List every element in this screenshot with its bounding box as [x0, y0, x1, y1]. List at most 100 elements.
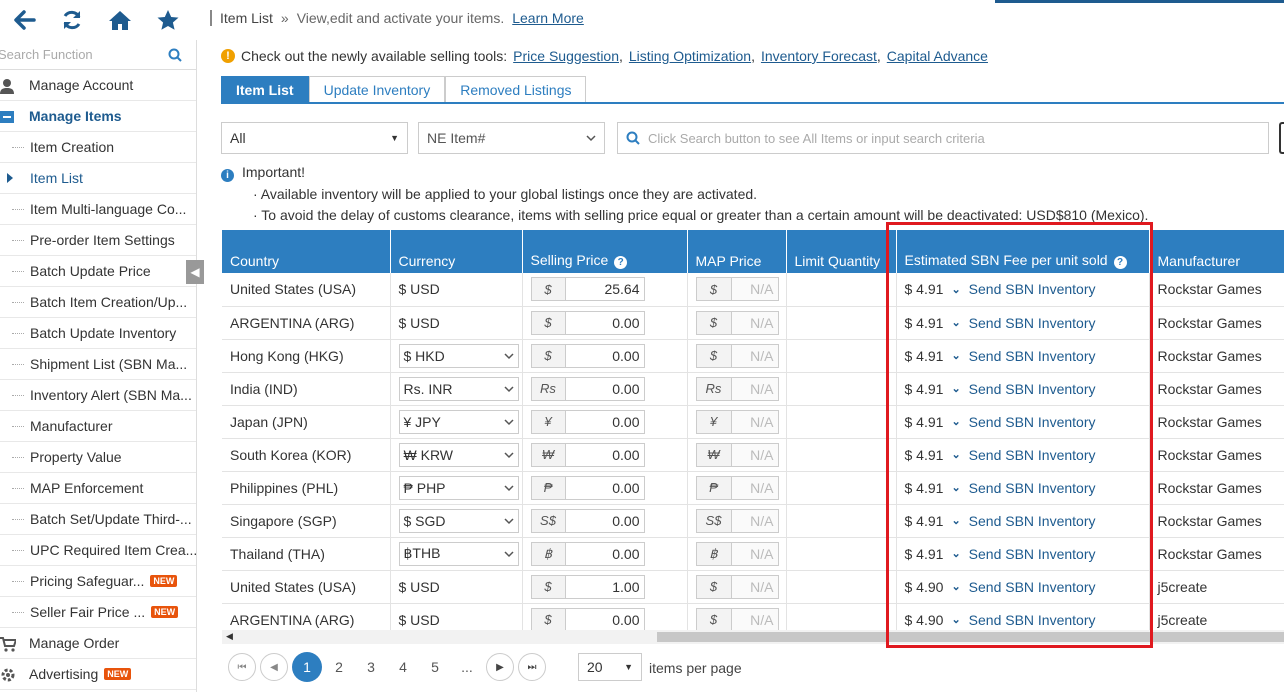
- col-limit-quantity[interactable]: Limit Quantity: [786, 230, 897, 273]
- currency-symbol: ₩: [531, 443, 566, 466]
- sidebar-item[interactable]: Pre-order Item Settings: [0, 225, 196, 256]
- currency-select[interactable]: ₱ PHP: [398, 475, 519, 500]
- refresh-icon[interactable]: [48, 0, 96, 40]
- currency-select[interactable]: Rs. INR: [398, 376, 519, 401]
- selling-price-input[interactable]: ₩0.00: [530, 442, 645, 467]
- back-icon[interactable]: [0, 0, 48, 40]
- col-manufacturer[interactable]: Manufacturer: [1149, 230, 1284, 273]
- star-icon[interactable]: [144, 0, 192, 40]
- currency-select[interactable]: ₩ KRW: [398, 442, 519, 467]
- map-price-input[interactable]: $ N/A: [695, 607, 779, 630]
- page-number[interactable]: 4: [388, 652, 418, 682]
- last-page-button[interactable]: ⏭: [518, 653, 546, 681]
- sidebar-item[interactable]: Shipment List (SBN Ma...: [0, 349, 196, 380]
- currency-select[interactable]: ¥ JPY: [398, 409, 519, 434]
- sidebar-item[interactable]: UPC Required Item Crea...: [0, 535, 196, 566]
- sidebar-manage-items-label: Manage Items: [29, 108, 122, 124]
- map-price-input[interactable]: $ N/A: [695, 343, 779, 368]
- sidebar-item[interactable]: Inventory Alert (SBN Ma...: [0, 380, 196, 411]
- page-number[interactable]: ...: [452, 652, 482, 682]
- function-search-input[interactable]: [0, 47, 168, 62]
- sidebar-item[interactable]: Item Creation: [0, 132, 196, 163]
- scope-select-value: All: [230, 130, 246, 146]
- currency-symbol: $: [531, 344, 566, 367]
- sidebar-manage-items[interactable]: Manage Items: [0, 101, 196, 132]
- country-value: Japan (JPN): [230, 413, 308, 430]
- selling-price-input[interactable]: $1.00: [530, 574, 645, 599]
- page-number[interactable]: 3: [356, 652, 386, 682]
- scope-select[interactable]: All ▼: [221, 122, 408, 154]
- search-button[interactable]: [1279, 122, 1284, 154]
- sidebar-advertising[interactable]: Advertising NEW: [0, 659, 196, 690]
- search-icon[interactable]: [168, 48, 182, 62]
- map-price-input[interactable]: ₩ N/A: [695, 442, 779, 467]
- selling-price-input[interactable]: S$ 0.00: [530, 508, 645, 533]
- cell-limit-quantity: [786, 537, 897, 571]
- currency-select[interactable]: $ HKD: [398, 343, 519, 368]
- scroll-left-icon[interactable]: ◀: [226, 631, 233, 642]
- map-price-input[interactable]: Rs N/A: [695, 376, 779, 401]
- page-number[interactable]: 2: [324, 652, 354, 682]
- inventory-forecast-link[interactable]: Inventory Forecast: [761, 48, 877, 64]
- sidebar-item-label: Batch Update Inventory: [30, 325, 177, 341]
- selling-price-input[interactable]: $0.00: [530, 343, 645, 368]
- price-suggestion-link[interactable]: Price Suggestion: [513, 48, 619, 64]
- search-field-select[interactable]: NE Item#: [418, 122, 605, 154]
- map-price-input[interactable]: ₱ N/A: [695, 475, 779, 500]
- sidebar-item[interactable]: Item Multi-language Co...: [0, 194, 196, 225]
- selling-price-input[interactable]: Rs 0.00: [530, 376, 645, 401]
- first-page-button[interactable]: ⏮: [228, 653, 256, 681]
- item-search-input[interactable]: Click Search button to see All Items or …: [617, 122, 1269, 154]
- selling-price-input[interactable]: ₱ 0.00: [530, 475, 645, 500]
- currency-value: ฿THB: [403, 545, 441, 561]
- currency-select[interactable]: $ SGD: [398, 508, 519, 533]
- sidebar-item[interactable]: Batch Item Creation/Up...: [0, 287, 196, 318]
- learn-more-link[interactable]: Learn More: [512, 10, 584, 26]
- map-price-input[interactable]: ¥ N/A: [695, 409, 779, 434]
- sidebar-item[interactable]: Batch Update Price: [0, 256, 196, 287]
- map-price-input[interactable]: $ N/A: [695, 310, 779, 335]
- prev-page-button[interactable]: ◀: [260, 653, 288, 681]
- home-icon[interactable]: [96, 0, 144, 40]
- selling-price-input[interactable]: $25.64: [530, 277, 645, 302]
- tab-item-list[interactable]: Item List: [221, 76, 309, 102]
- tab-removed-listings[interactable]: Removed Listings: [445, 76, 587, 102]
- currency-select[interactable]: ฿THB: [398, 541, 519, 566]
- sidebar-item[interactable]: Pricing Safeguar... NEW: [0, 566, 196, 597]
- selling-price-input[interactable]: $0.00: [530, 607, 645, 630]
- next-page-button[interactable]: ▶: [486, 653, 514, 681]
- sidebar-item[interactable]: Property Value: [0, 442, 196, 473]
- page-number[interactable]: 5: [420, 652, 450, 682]
- currency-value: $ HKD: [403, 347, 445, 364]
- sidebar-manage-account[interactable]: Manage Account: [0, 70, 196, 101]
- sidebar-manage-order[interactable]: Manage Order: [0, 628, 196, 659]
- map-price-input[interactable]: ฿ N/A: [695, 541, 779, 566]
- breadcrumb-divider: [210, 10, 212, 26]
- sidebar-item[interactable]: Batch Set/Update Third-...: [0, 504, 196, 535]
- collapse-sidebar-button[interactable]: ◀: [186, 260, 204, 284]
- sidebar-item[interactable]: Batch Update Inventory: [0, 318, 196, 349]
- map-price-input[interactable]: S$ N/A: [695, 508, 779, 533]
- selling-price-value: 0.00: [612, 413, 640, 430]
- selling-price-input[interactable]: ฿ 0.00: [530, 541, 645, 566]
- sidebar-item[interactable]: Seller Fair Price ... NEW: [0, 597, 196, 628]
- selling-price-input[interactable]: $0.00: [530, 310, 645, 335]
- map-price-input[interactable]: $ N/A: [695, 277, 779, 302]
- col-currency[interactable]: Currency: [390, 230, 523, 273]
- selling-price-input[interactable]: ¥0.00: [530, 409, 645, 434]
- listing-optimization-link[interactable]: Listing Optimization: [629, 48, 751, 64]
- sidebar-item[interactable]: Manufacturer: [0, 411, 196, 442]
- sidebar-item[interactable]: Item List: [0, 163, 196, 194]
- page-size-select[interactable]: 20 ▼: [578, 653, 642, 681]
- page-number[interactable]: 1: [292, 652, 322, 682]
- map-price-input[interactable]: $ N/A: [695, 574, 779, 599]
- selling-price-value: 1.00: [612, 578, 640, 595]
- col-map-price[interactable]: MAP Price: [687, 230, 787, 273]
- help-icon[interactable]: ?: [614, 256, 628, 269]
- col-selling-price[interactable]: Selling Price ?: [522, 230, 688, 273]
- capital-advance-link[interactable]: Capital Advance: [887, 48, 988, 64]
- country-value: ARGENTINA (ARG): [230, 611, 355, 628]
- tab-update-inventory[interactable]: Update Inventory: [308, 76, 446, 102]
- sidebar-item[interactable]: MAP Enforcement: [0, 473, 196, 504]
- col-country[interactable]: Country: [222, 230, 391, 273]
